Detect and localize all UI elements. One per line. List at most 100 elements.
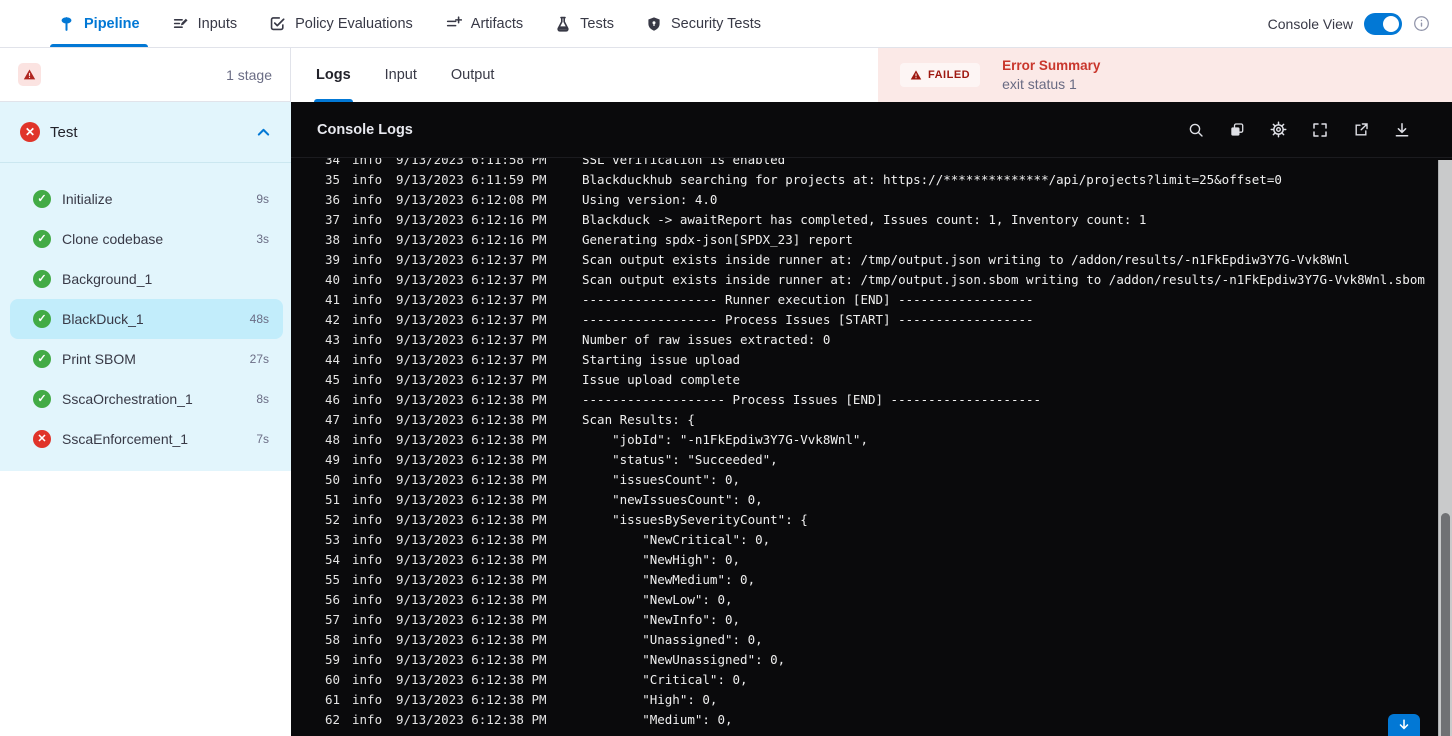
log-tabs: Logs Input Output [291, 48, 494, 102]
log-line: 52 info 9/13/2023 6:12:38 PM "issuesBySeve… [291, 510, 1438, 530]
tab-logs[interactable]: Logs [314, 48, 353, 102]
log-line: 42 info 9/13/2023 6:12:37 PM --------------… [291, 310, 1438, 330]
log-line: 46 info 9/13/2023 6:12:38 PM --------------… [291, 390, 1438, 410]
log-level: info [352, 352, 383, 367]
log-message: "Unassigned": 0, [582, 632, 763, 647]
log-line: 43 info 9/13/2023 6:12:37 PM Number of raw … [291, 330, 1438, 350]
log-line: 61 info 9/13/2023 6:12:38 PM "High": 0, [291, 690, 1438, 710]
log-line: 40 info 9/13/2023 6:12:37 PM Scan output ex… [291, 270, 1438, 290]
copy-icon[interactable] [1229, 122, 1245, 138]
log-line-number: 57 [324, 612, 340, 627]
log-timestamp: 9/13/2023 6:12:38 PM [396, 592, 547, 607]
log-level: info [352, 412, 383, 427]
scrollbar-thumb[interactable] [1441, 513, 1450, 736]
step-duration: 8s [256, 392, 269, 406]
log-message: SSL verification is enabled [582, 158, 786, 167]
log-timestamp: 9/13/2023 6:12:37 PM [396, 312, 547, 327]
log-level: info [352, 372, 383, 387]
step-print-sbom[interactable]: ✓ Print SBOM 27s [10, 339, 283, 379]
log-timestamp: 9/13/2023 6:12:38 PM [396, 452, 547, 467]
tab-pipeline[interactable]: Pipeline [42, 0, 156, 47]
log-level: info [352, 652, 383, 667]
log-level: info [352, 212, 383, 227]
scrollbar-track[interactable] [1438, 160, 1452, 736]
tab-inputs[interactable]: Inputs [156, 0, 254, 47]
tab-security-tests[interactable]: Security Tests [630, 0, 777, 47]
log-line: 50 info 9/13/2023 6:12:38 PM "issuesCount"… [291, 470, 1438, 490]
step-name: SscaOrchestration_1 [62, 391, 193, 407]
tab-label: Security Tests [671, 15, 761, 32]
log-view-header: Logs Input Output FAILED Error Summary exi… [291, 48, 1452, 102]
log-line-number: 50 [324, 472, 340, 487]
tab-policy-evaluations[interactable]: Policy Evaluations [253, 0, 429, 47]
log-line-number: 59 [324, 652, 340, 667]
log-timestamp: 9/13/2023 6:12:16 PM [396, 232, 547, 247]
open-in-new-icon[interactable] [1353, 122, 1369, 138]
log-timestamp: 9/13/2023 6:12:08 PM [396, 192, 547, 207]
chevron-up-icon[interactable] [256, 125, 271, 140]
tab-output[interactable]: Output [451, 48, 495, 102]
log-line: 56 info 9/13/2023 6:12:38 PM "NewLow": 0, [291, 590, 1438, 610]
tab-artifacts[interactable]: Artifacts [429, 0, 539, 47]
log-timestamp: 9/13/2023 6:12:38 PM [396, 512, 547, 527]
log-timestamp: 9/13/2023 6:12:37 PM [396, 292, 547, 307]
tab-tests[interactable]: Tests [539, 0, 630, 47]
log-message: ------------------ Runner execution [END… [582, 292, 1034, 307]
inputs-icon [172, 15, 189, 32]
log-message: "issuesBySeverityCount": { [582, 512, 808, 527]
log-level: info [352, 332, 383, 347]
step-blackduck-1[interactable]: ✓ BlackDuck_1 48s [10, 299, 283, 339]
log-line: 41 info 9/13/2023 6:12:37 PM --------------… [291, 290, 1438, 310]
pipeline-failed-warning-icon [18, 63, 41, 86]
log-timestamp: 9/13/2023 6:12:38 PM [396, 492, 547, 507]
console-view-toggle[interactable] [1364, 12, 1402, 35]
settings-icon[interactable] [1270, 121, 1287, 138]
pipeline-icon [58, 15, 75, 32]
stage-header-test[interactable]: ✕ Test [0, 102, 291, 163]
log-timestamp: 9/13/2023 6:12:38 PM [396, 412, 547, 427]
log-message: "status": "Succeeded", [582, 452, 778, 467]
log-line-number: 58 [324, 632, 340, 647]
success-icon: ✓ [33, 310, 51, 328]
success-icon: ✓ [33, 190, 51, 208]
log-line: 48 info 9/13/2023 6:12:38 PM "jobId": "-n1… [291, 430, 1438, 450]
log-line-number: 47 [324, 412, 340, 427]
console-toolbar [1188, 121, 1426, 138]
log-timestamp: 9/13/2023 6:12:38 PM [396, 572, 547, 587]
failed-icon: ✕ [33, 430, 51, 448]
log-message: "jobId": "-n1FkEpdiw3Y7G-Vvk8Wnl", [582, 432, 868, 447]
log-line-number: 39 [324, 252, 340, 267]
log-line-number: 40 [324, 272, 340, 287]
log-timestamp: 9/13/2023 6:12:38 PM [396, 432, 547, 447]
console-panel: Console Logs 34 info 9/13/2023 6:11:58 PM S… [291, 102, 1452, 736]
step-background-1[interactable]: ✓ Background_1 [10, 259, 283, 299]
step-initialize[interactable]: ✓ Initialize 9s [10, 179, 283, 219]
log-line: 37 info 9/13/2023 6:12:16 PM Blackduck -> a… [291, 210, 1438, 230]
sidebar-header: 1 stage [0, 48, 291, 102]
log-level: info [352, 472, 383, 487]
log-level: info [352, 452, 383, 467]
search-icon[interactable] [1188, 122, 1204, 138]
log-line-number: 51 [324, 492, 340, 507]
success-icon: ✓ [33, 230, 51, 248]
info-icon[interactable] [1413, 15, 1430, 32]
step-sscaorchestration-1[interactable]: ✓ SscaOrchestration_1 8s [10, 379, 283, 419]
step-clone-codebase[interactable]: ✓ Clone codebase 3s [10, 219, 283, 259]
tab-input[interactable]: Input [385, 48, 417, 102]
scroll-to-bottom-button[interactable] [1388, 714, 1420, 736]
log-timestamp: 9/13/2023 6:12:38 PM [396, 692, 547, 707]
log-timestamp: 9/13/2023 6:12:16 PM [396, 212, 547, 227]
log-message: Using version: 4.0 [582, 192, 718, 207]
log-timestamp: 9/13/2023 6:11:58 PM [396, 158, 547, 167]
log-line-number: 61 [324, 692, 340, 707]
log-level: info [352, 492, 383, 507]
step-sscaenforcement-1[interactable]: ✕ SscaEnforcement_1 7s [10, 419, 283, 459]
log-timestamp: 9/13/2023 6:12:38 PM [396, 472, 547, 487]
error-summary-message: exit status 1 [1002, 76, 1077, 92]
log-message: "newIssuesCount": 0, [582, 492, 763, 507]
download-icon[interactable] [1394, 122, 1410, 138]
fullscreen-icon[interactable] [1312, 122, 1328, 138]
log-timestamp: 9/13/2023 6:12:38 PM [396, 652, 547, 667]
log-line-number: 37 [324, 212, 340, 227]
step-duration: 3s [256, 232, 269, 246]
